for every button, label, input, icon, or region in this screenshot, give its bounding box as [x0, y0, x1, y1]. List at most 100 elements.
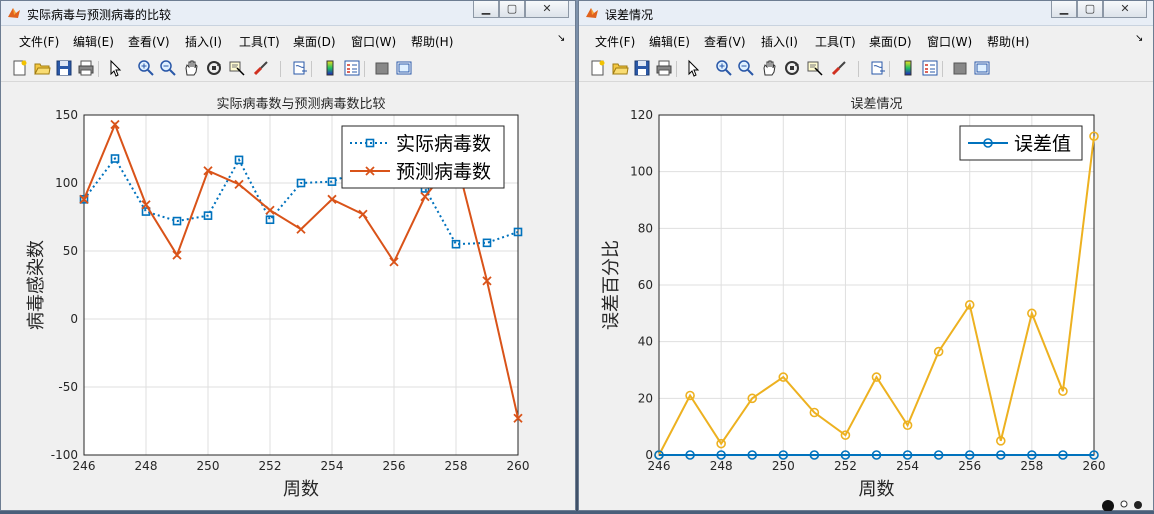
x-tick-label: 256 — [383, 459, 406, 473]
link-icon[interactable] — [869, 59, 887, 77]
menu-view[interactable]: 查看(V) — [128, 33, 170, 50]
figure-window-comparison[interactable]: 实际病毒与预测病毒的比较 ▁ ▢ ✕ 文件(F) 编辑(E) 查看(V) 插入(… — [0, 0, 576, 511]
title-bar[interactable]: 实际病毒与预测病毒的比较 ▁ ▢ ✕ — [1, 1, 575, 26]
menu-window[interactable]: 窗口(W) — [927, 33, 972, 50]
legend[interactable]: 误差值 — [959, 125, 1083, 161]
show-plot-tools-icon[interactable] — [973, 59, 991, 77]
close-icon: ✕ — [542, 2, 552, 15]
menu-edit[interactable]: 编辑(E) — [73, 33, 114, 50]
y-tick-label: 0 — [70, 312, 78, 326]
new-figure-icon[interactable] — [11, 59, 29, 77]
print-icon[interactable] — [77, 59, 95, 77]
legend-icon[interactable] — [343, 59, 361, 77]
open-file-icon[interactable] — [611, 59, 629, 77]
minimize-icon: ▁ — [481, 2, 491, 15]
data-cursor-icon[interactable] — [228, 59, 246, 77]
minimize-icon: ▁ — [1059, 2, 1069, 15]
y-axis-label: 误差百分比 — [601, 240, 622, 330]
hide-plot-tools-icon[interactable] — [951, 59, 969, 77]
y-tick-label: -50 — [58, 380, 78, 394]
y-tick-label: -100 — [51, 448, 78, 462]
menu-tools[interactable]: 工具(T) — [239, 33, 280, 50]
legend-icon[interactable] — [921, 59, 939, 77]
minimize-button[interactable]: ▁ — [473, 1, 499, 18]
rotate-icon[interactable] — [205, 59, 223, 77]
x-tick-label: 260 — [1083, 459, 1106, 473]
x-axis-label: 周数 — [283, 479, 319, 500]
new-figure-icon[interactable] — [589, 59, 607, 77]
menu-file[interactable]: 文件(F) — [19, 33, 59, 50]
link-icon[interactable] — [291, 59, 309, 77]
x-tick-label: 248 — [135, 459, 158, 473]
menu-help[interactable]: 帮助(H) — [987, 33, 1029, 50]
save-icon[interactable] — [55, 59, 73, 77]
menu-tools[interactable]: 工具(T) — [815, 33, 856, 50]
maximize-button[interactable]: ▢ — [499, 1, 525, 18]
matlab-icon — [586, 8, 598, 18]
figure-toolbar — [579, 55, 1153, 82]
menu-view[interactable]: 查看(V) — [704, 33, 746, 50]
pointer-icon[interactable] — [106, 59, 124, 77]
x-tick-label: 252 — [259, 459, 282, 473]
menu-insert[interactable]: 插入(I) — [185, 33, 222, 50]
legend[interactable]: 实际病毒数预测病毒数 — [341, 125, 505, 189]
zoom-out-icon[interactable] — [159, 59, 177, 77]
pan-icon[interactable] — [760, 59, 778, 77]
menu-insert[interactable]: 插入(I) — [761, 33, 798, 50]
y-tick-label: 40 — [638, 335, 653, 349]
menu-bar: 文件(F) 编辑(E) 查看(V) 插入(I) 工具(T) 桌面(D) 窗口(W… — [1, 29, 575, 51]
y-tick-label: 20 — [638, 391, 653, 405]
close-icon: ✕ — [1120, 2, 1130, 15]
figure-canvas: 246 248 250 252 254 256 258 260 120 100 80 60 40 20 0 误… — [579, 82, 1153, 510]
save-icon[interactable] — [633, 59, 651, 77]
x-tick-label: 254 — [321, 459, 344, 473]
show-plot-tools-icon[interactable] — [395, 59, 413, 77]
maximize-icon: ▢ — [1084, 2, 1096, 15]
menu-desktop[interactable]: 桌面(D) — [293, 33, 336, 50]
dock-arrow-icon[interactable]: ↘ — [557, 33, 565, 44]
window-title: 误差情况 — [605, 8, 654, 22]
colorbar-icon[interactable] — [321, 59, 339, 77]
tray-corner-icon — [1102, 500, 1142, 511]
brush-icon[interactable] — [830, 59, 848, 77]
x-tick-label: 258 — [1020, 459, 1043, 473]
x-axis-label: 周数 — [859, 479, 895, 500]
title-bar[interactable]: 误差情况 ▁ ▢ ✕ — [579, 1, 1153, 26]
zoom-in-icon[interactable] — [715, 59, 733, 77]
menu-window[interactable]: 窗口(W) — [351, 33, 396, 50]
brush-icon[interactable] — [252, 59, 270, 77]
error-chart[interactable]: 246 248 250 252 254 256 258 260120100806040200误… — [579, 82, 1153, 510]
menu-bar: 文件(F) 编辑(E) 查看(V) 插入(I) 工具(T) 桌面(D) 窗口(W… — [579, 29, 1153, 51]
pan-icon[interactable] — [182, 59, 200, 77]
rotate-icon[interactable] — [783, 59, 801, 77]
menu-desktop[interactable]: 桌面(D) — [869, 33, 912, 50]
chart-title: 误差情况 — [850, 97, 902, 112]
close-button[interactable]: ✕ — [525, 1, 569, 18]
zoom-in-icon[interactable] — [137, 59, 155, 77]
pointer-icon[interactable] — [684, 59, 702, 77]
menu-file[interactable]: 文件(F) — [595, 33, 635, 50]
data-cursor-icon[interactable] — [806, 59, 824, 77]
zoom-out-icon[interactable] — [737, 59, 755, 77]
print-icon[interactable] — [655, 59, 673, 77]
open-file-icon[interactable] — [33, 59, 51, 77]
chart-title: 实际病毒数与预测病毒数比较 — [216, 97, 385, 112]
minimize-button[interactable]: ▁ — [1051, 1, 1077, 18]
toolbar-separator — [858, 61, 859, 77]
x-tick-label: 250 — [197, 459, 220, 473]
dock-arrow-icon[interactable]: ↘ — [1135, 33, 1143, 44]
toolbar-separator — [311, 61, 312, 77]
matlab-icon — [8, 8, 20, 18]
figure-window-error[interactable]: 误差情况 ▁ ▢ ✕ 文件(F) 编辑(E) 查看(V) 插入(I) 工具(T)… — [578, 0, 1154, 511]
toolbar-separator — [942, 61, 943, 77]
hide-plot-tools-icon[interactable] — [373, 59, 391, 77]
colorbar-icon[interactable] — [899, 59, 917, 77]
x-tick-label: 250 — [772, 459, 795, 473]
maximize-button[interactable]: ▢ — [1077, 1, 1103, 18]
menu-edit[interactable]: 编辑(E) — [649, 33, 690, 50]
comparison-chart[interactable]: 246 248 250 252 254 256 258 260150100500-50-100… — [1, 82, 575, 510]
menu-help[interactable]: 帮助(H) — [411, 33, 453, 50]
toolbar-separator — [364, 61, 365, 77]
toolbar-separator — [280, 61, 281, 77]
close-button[interactable]: ✕ — [1103, 1, 1147, 18]
